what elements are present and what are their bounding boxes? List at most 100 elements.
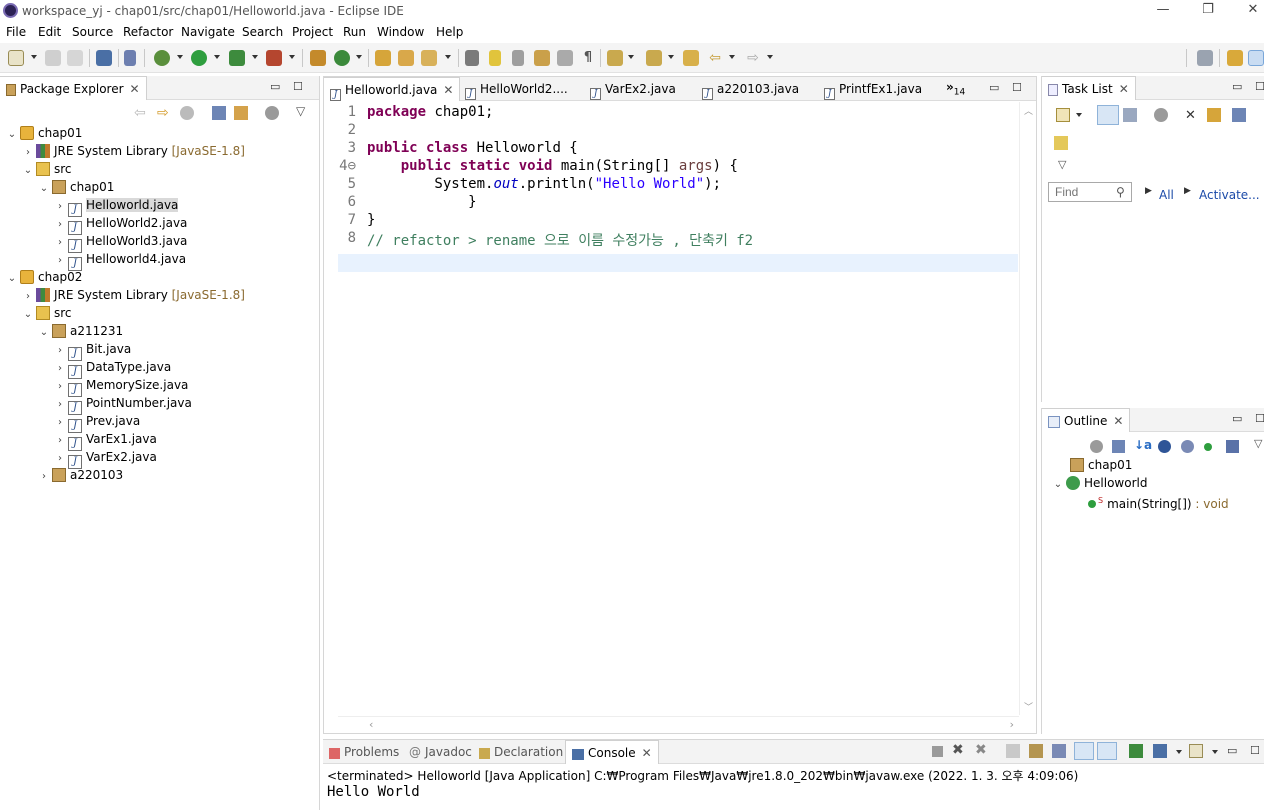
filters-icon[interactable] [265,106,279,120]
tree-item-memorysize-java[interactable]: › J MemorySize.java [54,376,188,397]
scroll-left-icon[interactable]: ‹ [368,718,375,731]
show-on-error-icon[interactable] [1097,742,1117,760]
view-menu-icon[interactable]: ▽ [296,104,305,118]
new-class-dropdown-icon[interactable] [356,55,362,59]
new-dropdown-icon[interactable] [31,55,37,59]
java-perspective-icon[interactable] [1248,50,1264,66]
tree-item-src[interactable]: ⌄ src [22,304,72,322]
up-nav-icon[interactable] [180,106,194,120]
back-nav-icon[interactable]: ⇦ [134,105,146,121]
tree-item-chap02-project[interactable]: ⌄ chap02 [6,268,82,286]
open-perspective-icon[interactable] [1197,50,1213,66]
scroll-down-icon[interactable]: ﹀ [1024,700,1033,713]
show-whitespace-icon[interactable]: ¶ [580,50,596,66]
menu-refactor[interactable]: Refactor [123,25,173,39]
tab-console[interactable]: Console ✕ [565,740,659,764]
collapse-all-icon[interactable] [1232,108,1246,122]
highlight-icon[interactable] [489,50,501,66]
tree-item-helloworld2-java[interactable]: › J HelloWorld2.java [54,214,187,235]
forward-nav-icon[interactable]: ⇨ [157,105,169,121]
hide-non-public-icon[interactable] [1204,443,1212,451]
maximize-view-icon[interactable]: ☐ [1255,412,1264,425]
new-icon[interactable] [8,50,24,66]
close-icon[interactable]: ✕ [443,83,453,97]
maximize-view-icon[interactable]: ☐ [1250,744,1260,757]
external-tools-icon[interactable] [266,50,282,66]
activate-link[interactable]: Activate... [1199,188,1260,202]
mark-occurrences-icon[interactable] [512,50,524,66]
tree-item-datatype-java[interactable]: › J DataType.java [54,358,171,379]
search-tool-icon[interactable] [421,50,437,66]
debug-perspective-icon[interactable] [1227,50,1243,66]
minimize-button[interactable]: — [1148,2,1178,20]
maximize-view-icon[interactable]: ☐ [1012,81,1022,94]
forward-dropdown-icon[interactable] [767,55,773,59]
last-edit-icon[interactable] [683,50,699,66]
all-link[interactable]: All [1159,188,1174,202]
close-button[interactable]: ✕ [1238,2,1264,20]
hide-fields-icon[interactable] [1158,440,1171,453]
tree-item-varex1-java[interactable]: › J VarEx1.java [54,430,157,451]
scroll-up-icon[interactable]: ︿ [1024,104,1033,117]
forward-icon[interactable]: ⇨ [745,50,761,66]
menu-help[interactable]: Help [436,25,463,39]
scroll-lock-icon[interactable] [1029,744,1043,758]
tree-item-prev-java[interactable]: › J Prev.java [54,412,140,433]
terminate-icon[interactable] [932,746,943,757]
open-type-icon[interactable] [375,50,391,66]
menu-window[interactable]: Window [377,25,424,39]
skip-breakpoints-icon[interactable] [124,50,136,66]
display-console-dropdown-icon[interactable] [1176,750,1182,754]
display-console-icon[interactable] [1153,744,1167,758]
chevron-down-icon[interactable]: ⌄ [22,162,34,180]
chevron-down-icon[interactable]: ⌄ [38,180,50,198]
close-icon[interactable]: ✕ [1119,82,1129,96]
coverage-dropdown-icon[interactable] [252,55,258,59]
categorized-icon[interactable] [1097,105,1119,125]
tree-item-jre-library[interactable]: › JRE System Library [JavaSE-1.8] [22,286,245,304]
tree-item-helloworld4-java[interactable]: › J Helloworld4.java [54,250,186,271]
next-annotation-dropdown-icon[interactable] [628,55,634,59]
menu-edit[interactable]: Edit [38,25,61,39]
outline-item-package[interactable]: chap01 [1068,456,1132,474]
outline-item-class[interactable]: ⌄ Helloworld [1052,474,1147,492]
prev-annotation-dropdown-icon[interactable] [668,55,674,59]
external-tools-dropdown-icon[interactable] [289,55,295,59]
search-dropdown-icon[interactable] [445,55,451,59]
task-repository-icon[interactable] [1054,136,1068,150]
maximize-view-icon[interactable]: ☐ [293,80,303,93]
coverage-icon[interactable] [229,50,245,66]
prev-annotation-icon[interactable] [646,50,662,66]
code-editor[interactable]: 1 2 3 4⊖ 5 6 7 8 package chap01; public … [324,102,1036,733]
tree-item-a211231-package[interactable]: ⌄ a211231 [38,322,123,340]
back-icon[interactable]: ⇦ [707,50,723,66]
tab-a220103-java[interactable]: Ja220103.java [696,77,805,101]
new-java-package-icon[interactable] [310,50,326,66]
menu-search[interactable]: Search [242,25,283,39]
clear-console-icon[interactable] [1006,744,1020,758]
chevron-down-icon[interactable]: ⌄ [22,306,34,324]
focus-active-task-icon[interactable] [1090,440,1103,453]
chevron-down-icon[interactable]: ⌄ [6,126,18,144]
vertical-scrollbar[interactable]: ︿ ﹀ [1019,102,1036,715]
tree-item-chap01-package[interactable]: ⌄ chap01 [38,178,114,196]
pin-console-icon[interactable] [1129,744,1143,758]
tab-package-explorer[interactable]: Package Explorer ✕ [0,76,147,100]
scroll-right-icon[interactable]: › [1008,718,1015,731]
save-icon[interactable] [45,50,61,66]
minimize-view-icon[interactable]: ▭ [1232,412,1242,425]
minimize-view-icon[interactable]: ▭ [1227,744,1237,757]
open-task-icon[interactable] [398,50,414,66]
collapse-all-icon[interactable] [1112,440,1125,453]
chevron-down-icon[interactable]: ⌄ [38,324,50,342]
chevron-down-icon[interactable]: ⌄ [1052,476,1064,494]
collapse-all-icon[interactable] [212,106,226,120]
tree-item-chap01-project[interactable]: ⌄ chap01 [6,124,82,142]
menu-file[interactable]: File [6,25,26,39]
menu-run[interactable]: Run [343,25,366,39]
outline-item-method[interactable]: Smain(String[]) : void [1088,492,1229,511]
new-task-dropdown-icon[interactable] [1076,113,1082,117]
close-icon[interactable]: ✕ [1113,414,1123,428]
tab-outline[interactable]: Outline ✕ [1042,408,1131,432]
menu-source[interactable]: Source [72,25,113,39]
